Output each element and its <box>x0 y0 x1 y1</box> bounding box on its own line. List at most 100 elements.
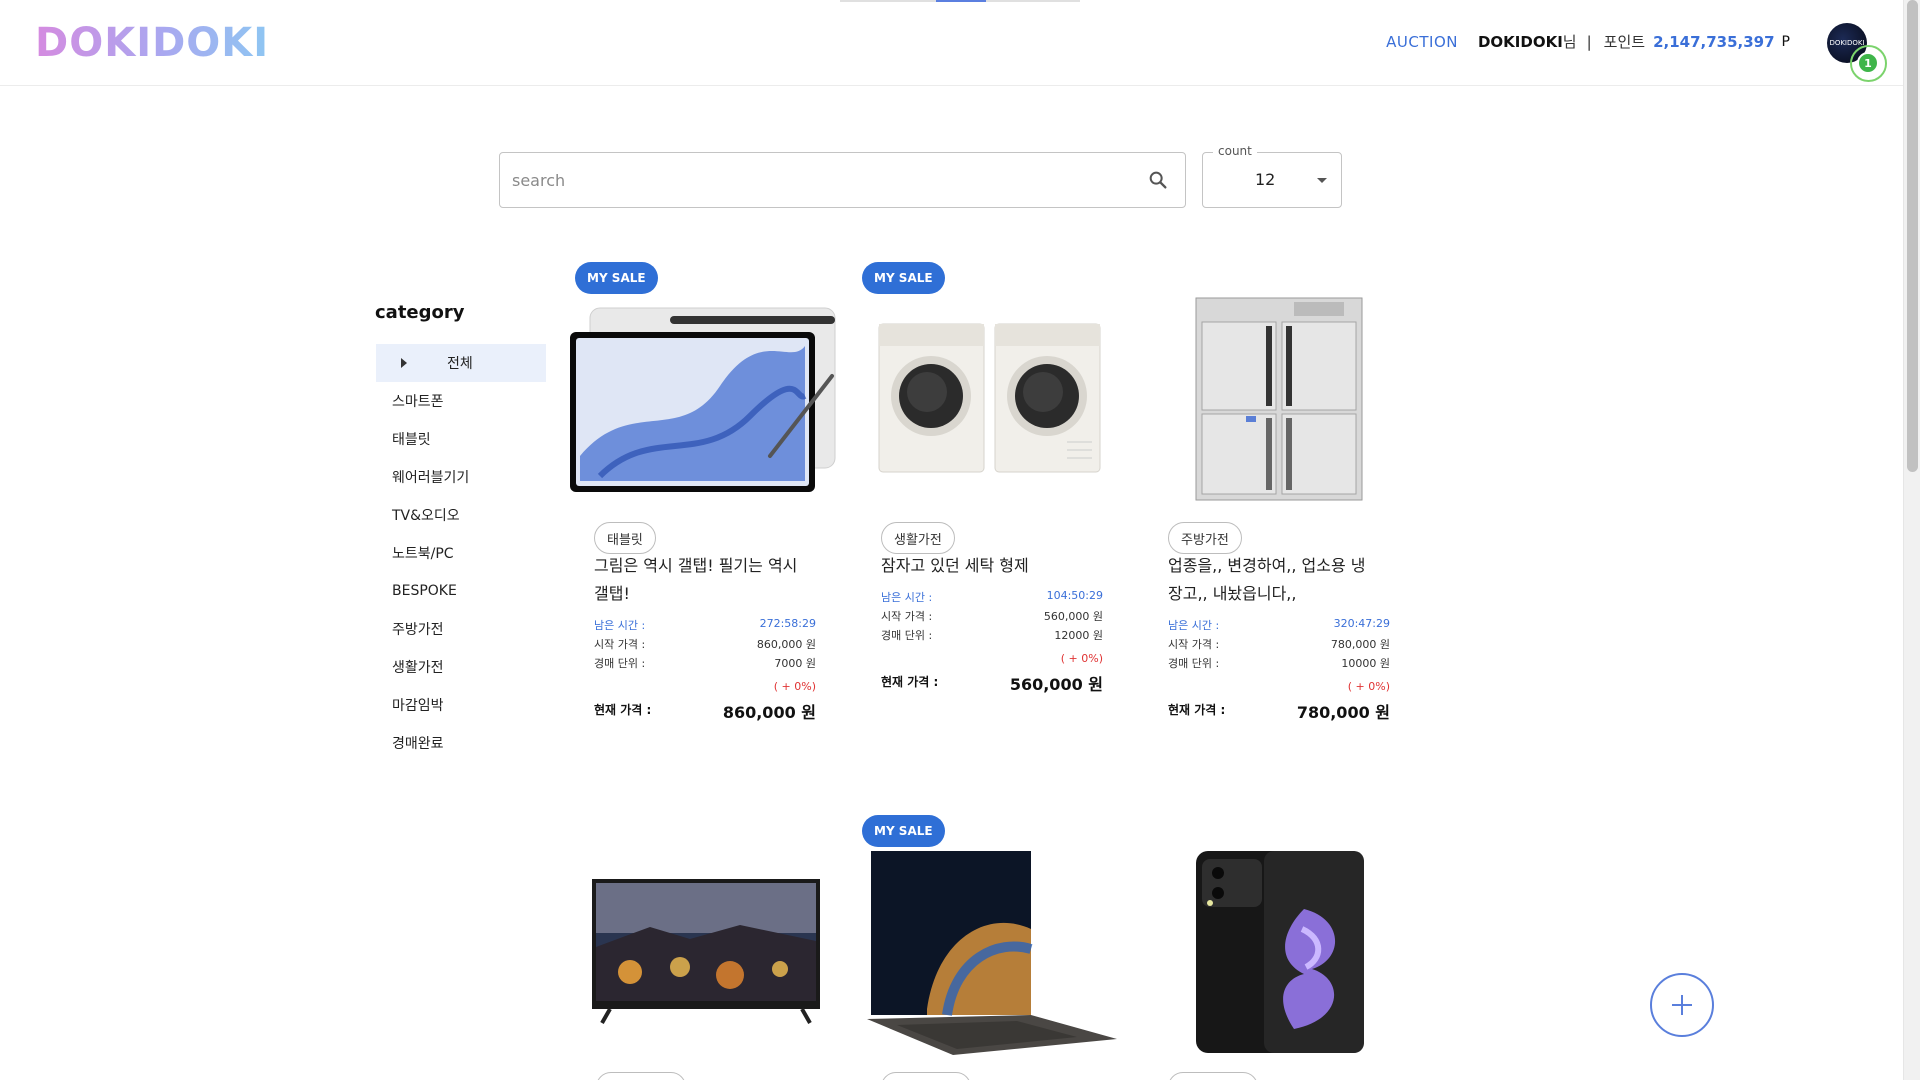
count-label: count <box>1213 144 1257 158</box>
my-sale-badge: MY SALE <box>862 815 945 847</box>
category-item-kitchen[interactable]: 주방가전 <box>376 610 546 648</box>
category-item-ending-soon[interactable]: 마감임박 <box>376 686 546 724</box>
page-scrollbar[interactable] <box>1903 0 1920 1080</box>
product-card[interactable] <box>1144 815 1394 1080</box>
my-sale-badge: MY SALE <box>575 262 658 294</box>
top-tab-indicator <box>840 0 1080 2</box>
remaining-time-row: 남은 시간 : 272:58:29 <box>594 617 816 635</box>
chevron-down-icon <box>1317 178 1327 183</box>
category-chip <box>596 1072 686 1080</box>
category-label: 노트북/PC <box>392 546 454 562</box>
category-item-tablet[interactable]: 태블릿 <box>376 420 546 458</box>
product-card[interactable]: MY SALE 생활가전 잠자고 있던 세탁 형제 남은 시간 : 104:50… <box>857 262 1107 702</box>
price-change: ( + 0%) <box>773 680 816 693</box>
bid-unit-row: 경매 단위 : 7000 원 <box>594 655 816 673</box>
category-chip: 태블릿 <box>594 522 656 554</box>
start-price-value: 560,000 원 <box>1043 610 1103 623</box>
scrollbar-thumb[interactable] <box>1907 0 1918 472</box>
search-input[interactable] <box>512 153 1112 207</box>
user-name: DOKIDOKI <box>1477 32 1563 51</box>
category-item-completed[interactable]: 경매완료 <box>376 724 546 762</box>
category-item-bespoke[interactable]: BESPOKE <box>376 572 546 610</box>
logo[interactable]: DOKIDOKI <box>35 20 269 66</box>
product-title-line2[interactable]: 갤탭! <box>594 580 824 608</box>
product-title-line1[interactable]: 잠자고 있던 세탁 형제 <box>881 552 1111 580</box>
laptop-image <box>867 851 1117 1055</box>
category-chip <box>1168 1072 1258 1080</box>
notification-badge[interactable]: 1 <box>1857 52 1879 74</box>
points-value: 2,147,735,397 <box>1653 32 1775 51</box>
remaining-time-value: 320:47:29 <box>1333 617 1390 630</box>
current-price-value: 560,000 원 <box>1009 675 1103 694</box>
start-price-label: 시작 가격 : <box>881 610 933 623</box>
count-value: 12 <box>1255 170 1276 189</box>
category-label: 마감임박 <box>392 698 444 714</box>
start-price-row: 시작 가격 : 560,000 원 <box>881 608 1103 626</box>
product-title-line1[interactable]: 그림은 역시 갤탭! 필기는 역시 <box>594 552 824 580</box>
product-card[interactable] <box>570 815 820 1080</box>
header-nav: AUCTION DOKIDOKI 님 | 포인트 2,147,735,397 P <box>1386 31 1790 52</box>
active-tab-indicator <box>936 0 986 2</box>
category-item-wearable[interactable]: 웨어러블기기 <box>376 458 546 496</box>
refrigerator-image <box>1195 297 1363 501</box>
remaining-time-row: 남은 시간 : 320:47:29 <box>1168 617 1390 635</box>
category-item-smartphone[interactable]: 스마트폰 <box>376 382 546 420</box>
category-label: 주방가전 <box>392 622 444 638</box>
product-title-line1[interactable]: 업종을,, 변경하여,, 업소용 냉 <box>1168 552 1398 580</box>
category-label: 전체 <box>447 356 473 372</box>
remaining-time-value: 272:58:29 <box>759 617 816 630</box>
add-auction-button[interactable] <box>1650 973 1714 1037</box>
tv-image <box>592 879 820 1024</box>
remaining-time-row: 남은 시간 : 104:50:29 <box>881 589 1103 607</box>
points-unit: P <box>1781 33 1790 50</box>
category-list: 전체 스마트폰 태블릿 웨어러블기기 TV&오디오 노트북/PC BESPOKE… <box>376 344 546 762</box>
current-price-label: 현재 가격 : <box>881 675 939 689</box>
avatar-text: DOKIDOKI <box>1829 39 1865 47</box>
product-title-line2[interactable]: 장고,, 내놨읍니다,, <box>1168 580 1398 608</box>
bid-unit-label: 경매 단위 : <box>594 657 646 670</box>
category-chip: 주방가전 <box>1168 522 1242 554</box>
category-item-tv-audio[interactable]: TV&오디오 <box>376 496 546 534</box>
product-card[interactable]: MY SALE 태블릿 그림은 역시 갤탭! 필기는 역시 갤탭! 남은 시간 … <box>570 262 836 732</box>
remaining-time-value: 104:50:29 <box>1046 589 1103 602</box>
start-price-label: 시작 가격 : <box>594 638 646 651</box>
header-separator: | <box>1586 32 1592 51</box>
tablet-image <box>570 307 836 492</box>
category-label: 스마트폰 <box>392 394 444 410</box>
bid-unit-value: 7000 원 <box>774 657 816 670</box>
remaining-time-label: 남은 시간 : <box>881 591 933 604</box>
product-card[interactable]: MY SALE <box>857 815 1117 1080</box>
remaining-time-label: 남은 시간 : <box>1168 619 1220 632</box>
top-header: DOKIDOKI AUCTION DOKIDOKI 님 | 포인트 2,147,… <box>0 0 1903 86</box>
bid-unit-label: 경매 단위 : <box>881 629 933 642</box>
bid-unit-row: 경매 단위 : 12000 원 <box>881 627 1103 645</box>
category-label: BESPOKE <box>392 583 457 599</box>
remaining-time-label: 남은 시간 : <box>594 619 646 632</box>
category-item-laptop-pc[interactable]: 노트북/PC <box>376 534 546 572</box>
current-price-row: 현재 가격 : 860,000 원 <box>594 699 816 722</box>
category-title: category <box>375 302 465 323</box>
caret-right-icon <box>401 358 407 368</box>
bid-unit-label: 경매 단위 : <box>1168 657 1220 670</box>
start-price-label: 시작 가격 : <box>1168 638 1220 651</box>
product-card[interactable]: 주방가전 업종을,, 변경하여,, 업소용 냉 장고,, 내놨읍니다,, 남은 … <box>1144 262 1394 732</box>
bid-unit-value: 10000 원 <box>1341 657 1390 670</box>
bid-unit-value: 12000 원 <box>1054 629 1103 642</box>
points-label: 포인트 <box>1603 33 1646 51</box>
user-suffix: 님 <box>1562 33 1577 51</box>
count-select[interactable]: count 12 <box>1202 144 1342 208</box>
price-change: ( + 0%) <box>1060 652 1103 665</box>
foldable-phone-image <box>1196 851 1364 1053</box>
category-label: 웨어러블기기 <box>392 470 470 486</box>
auction-link[interactable]: AUCTION <box>1386 33 1458 51</box>
search-icon[interactable] <box>1147 169 1169 191</box>
category-label: 태블릿 <box>392 432 431 448</box>
price-change: ( + 0%) <box>1347 680 1390 693</box>
category-label: TV&오디오 <box>392 508 460 524</box>
category-item-living[interactable]: 생활가전 <box>376 648 546 686</box>
washer-dryer-image <box>878 323 1101 473</box>
bid-unit-row: 경매 단위 : 10000 원 <box>1168 655 1390 673</box>
category-label: 경매완료 <box>392 736 444 752</box>
start-price-row: 시작 가격 : 860,000 원 <box>594 636 816 654</box>
category-item-all[interactable]: 전체 <box>376 344 546 382</box>
